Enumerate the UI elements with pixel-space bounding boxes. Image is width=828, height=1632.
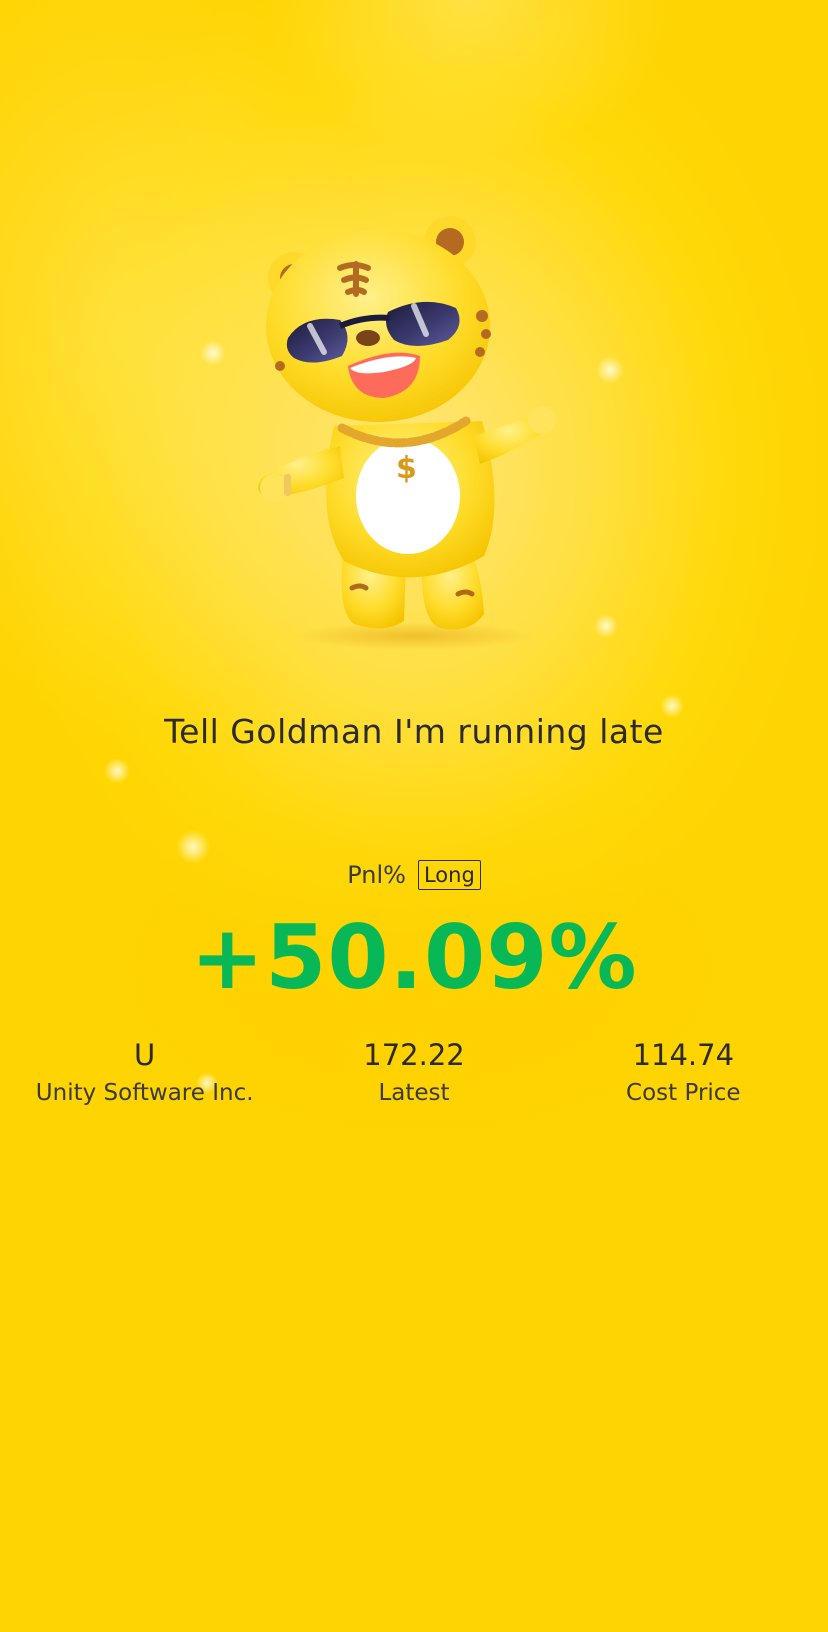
cost-price-value: 114.74 — [632, 1038, 735, 1072]
cost-price-label: Cost Price — [626, 1080, 741, 1106]
stock-symbol: U — [134, 1038, 156, 1072]
latest-price-value: 172.22 — [363, 1038, 465, 1072]
sparkle-dot — [176, 830, 210, 864]
latest-price-label: Latest — [378, 1080, 450, 1106]
sparkle-dot — [594, 614, 618, 638]
sparkle-dot — [200, 340, 226, 366]
stock-name: Unity Software Inc. — [35, 1080, 254, 1106]
position-side-badge: Long — [417, 860, 481, 890]
stat-cost: 114.74 Cost Price — [549, 1036, 828, 1110]
sparkle-dot — [596, 356, 624, 384]
tiger-mascot-with-sunglasses-icon: $ — [258, 216, 556, 650]
svg-text:$: $ — [396, 451, 417, 486]
pnl-percentage: +50.09% — [190, 906, 638, 1009]
share-card: $ Tell Goldman I'm running late Pnl% Lon… — [0, 0, 828, 1632]
pnl-label: Pnl% — [347, 861, 406, 889]
stats-row: U Unity Software Inc. 172.22 Latest 114.… — [0, 1036, 828, 1110]
pnl-header: Pnl% Long — [0, 860, 828, 890]
headline: Tell Goldman I'm running late — [164, 712, 664, 751]
background-wisp — [260, 0, 680, 160]
stat-symbol: U Unity Software Inc. — [0, 1036, 279, 1110]
sparkle-dot — [104, 758, 130, 784]
stat-latest: 172.22 Latest — [279, 1036, 548, 1110]
